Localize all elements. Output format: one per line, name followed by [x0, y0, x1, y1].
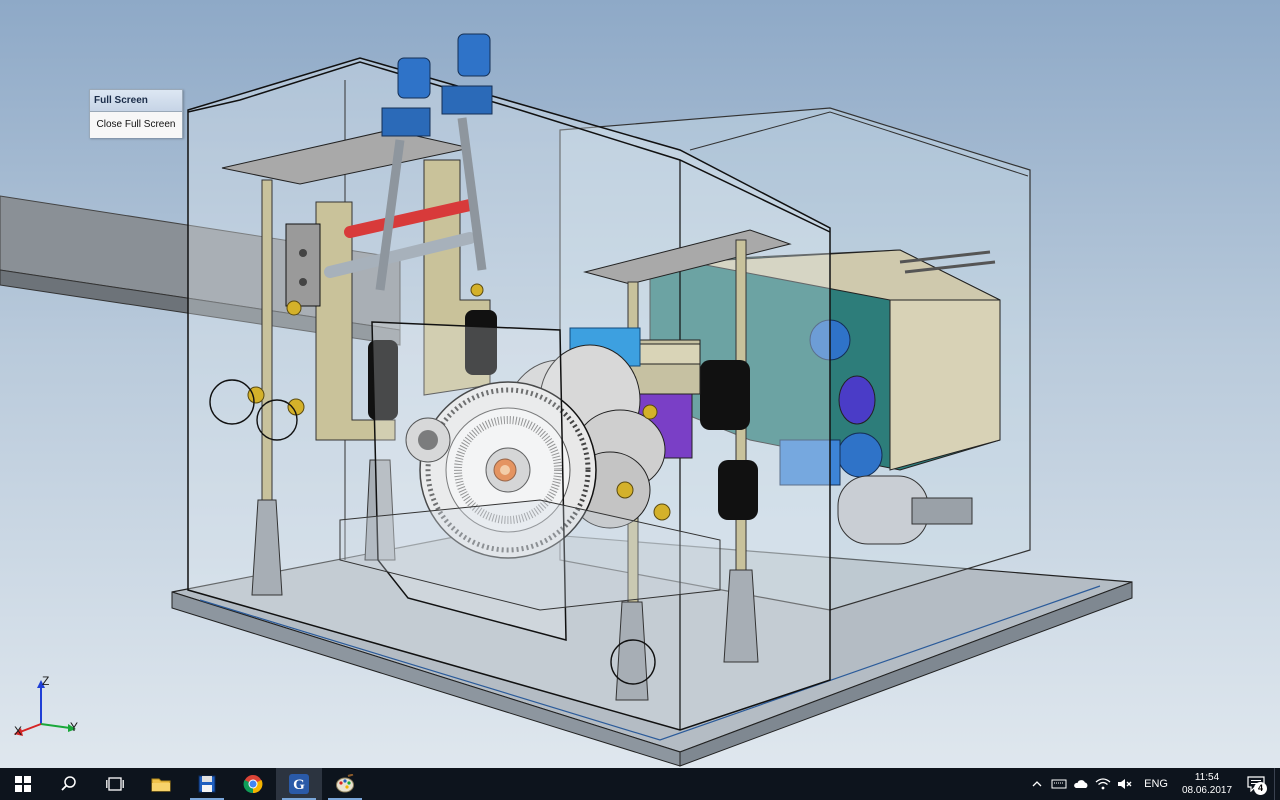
clock-button[interactable]: 11:54 08.06.2017	[1176, 771, 1238, 797]
svg-text:G: G	[293, 777, 305, 793]
start-button[interactable]	[0, 768, 46, 800]
notification-count-badge: 4	[1254, 782, 1267, 795]
cloud-icon	[1074, 780, 1088, 788]
axis-y-label: Y	[70, 720, 79, 734]
full-screen-title: Full Screen	[90, 90, 182, 112]
axis-x-label: X	[14, 724, 23, 738]
windows-taskbar: G ENG 11:54 08.06.2017 4	[0, 768, 1280, 800]
file-explorer-button[interactable]	[138, 768, 184, 800]
control-box	[889, 299, 1001, 471]
folder-icon	[151, 778, 171, 792]
network-button[interactable]	[1092, 768, 1114, 800]
floppy-disk-icon	[198, 775, 216, 793]
palette-icon	[336, 774, 354, 793]
side-motor-lower	[837, 432, 883, 478]
clock-date: 08.06.2017	[1181, 785, 1233, 796]
cad-app-button[interactable]: G	[276, 768, 322, 800]
keyboard-status-icon	[1051, 779, 1067, 789]
axis-triad: Z X Y	[8, 672, 88, 742]
close-full-screen-button[interactable]: Close Full Screen	[90, 112, 182, 138]
clock-time: 11:54	[1194, 772, 1220, 783]
keyboard-tray-button[interactable]	[1048, 768, 1070, 800]
speaker-muted-icon	[1118, 779, 1132, 789]
clamp-plate	[285, 223, 321, 307]
onedrive-button[interactable]	[1070, 768, 1092, 800]
chrome-button[interactable]	[230, 768, 276, 800]
search-icon	[61, 776, 76, 791]
windows-logo-icon	[15, 776, 31, 792]
volume-button[interactable]	[1114, 768, 1136, 800]
paint-app-button[interactable]	[322, 768, 368, 800]
top-motor-1	[397, 57, 431, 99]
full-screen-toolbar: Full Screen Close Full Screen	[89, 89, 183, 138]
search-button[interactable]	[46, 768, 92, 800]
save-app-button[interactable]	[184, 768, 230, 800]
show-hidden-icons-button[interactable]	[1026, 768, 1048, 800]
g-letter-icon: G	[289, 774, 309, 794]
purple-port	[838, 375, 876, 425]
task-view-icon	[106, 777, 124, 791]
input-language-button[interactable]: ENG	[1136, 778, 1176, 790]
chevron-up-icon	[1032, 781, 1042, 787]
cad-viewport[interactable]: Full Screen Close Full Screen Z X Y	[0, 0, 1280, 768]
machine-model-3d[interactable]	[0, 0, 1280, 768]
axis-z-label: Z	[42, 674, 50, 688]
system-tray: ENG 11:54 08.06.2017 4	[1026, 768, 1280, 800]
wifi-icon	[1095, 778, 1111, 790]
top-motor-2	[457, 33, 491, 77]
chrome-icon	[243, 775, 263, 794]
action-center-button[interactable]: 4	[1238, 768, 1274, 800]
task-view-button[interactable]	[92, 768, 138, 800]
show-desktop-button[interactable]	[1274, 768, 1280, 800]
